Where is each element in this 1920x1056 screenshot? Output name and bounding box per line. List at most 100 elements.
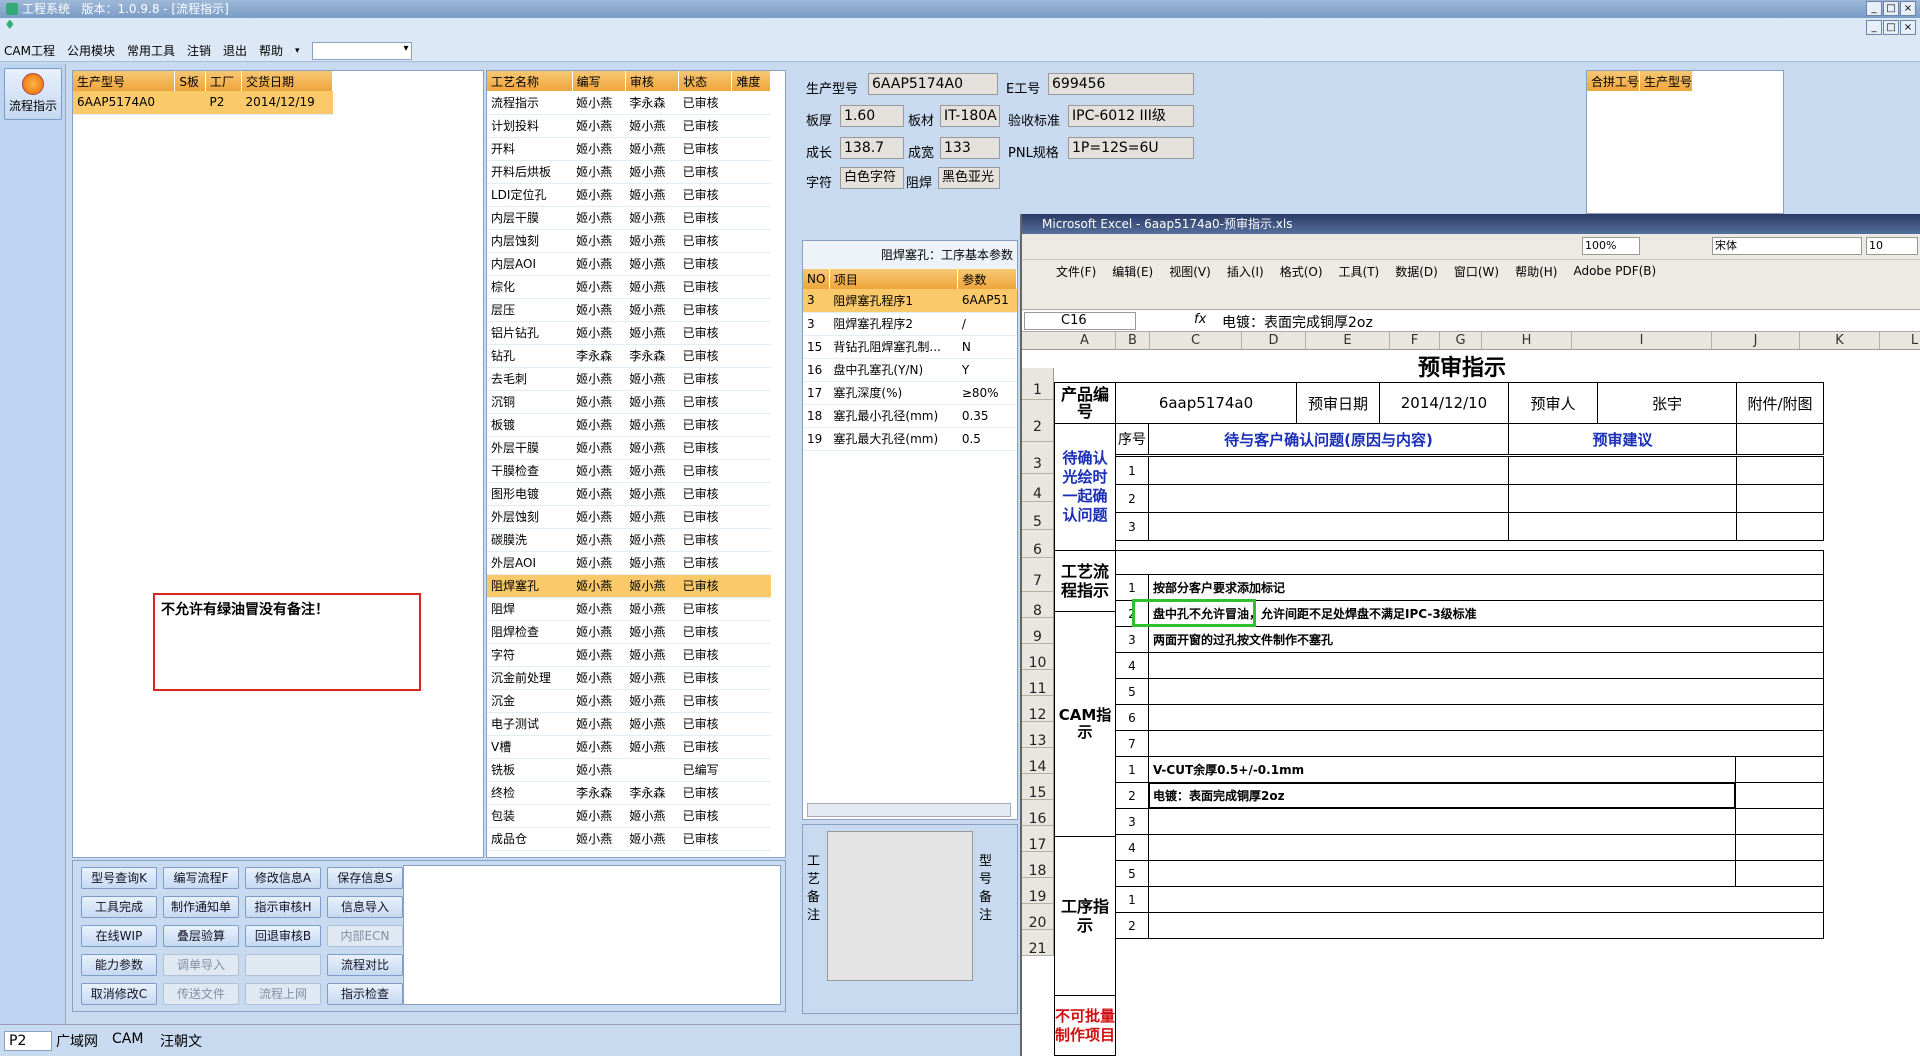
row-header[interactable]: 2: [1022, 400, 1054, 442]
row-header[interactable]: 21: [1022, 930, 1054, 957]
row-header[interactable]: 20: [1022, 904, 1054, 931]
advice-cell[interactable]: [1508, 456, 1737, 485]
action-button[interactable]: 指示审核H: [245, 896, 321, 918]
table-row[interactable]: 沉铜 姬小燕 姬小燕 已审核: [487, 390, 771, 414]
date-value[interactable]: 2014/12/10: [1379, 382, 1509, 424]
order-col-header[interactable]: 交货日期: [241, 71, 333, 91]
table-row[interactable]: 沉金前处理 姬小燕 姬小燕 已审核: [487, 666, 771, 690]
product-value[interactable]: 6aap5174a0: [1115, 382, 1297, 424]
table-row[interactable]: 17 塞孔深度(%) ≥80%: [803, 381, 1017, 405]
menu-exit[interactable]: 退出: [223, 42, 247, 59]
action-button[interactable]: 保存信息S: [327, 867, 403, 889]
table-row[interactable]: 终检 李永森 李永森 已审核: [487, 781, 771, 805]
seq-cell[interactable]: 2: [1115, 484, 1149, 513]
proc-cell[interactable]: [1148, 808, 1736, 835]
table-row[interactable]: LDI定位孔 姬小燕 姬小燕 已审核: [487, 183, 771, 207]
menu-cam[interactable]: CAM工程: [4, 42, 55, 59]
excel-menu-item[interactable]: 工具(T): [1339, 263, 1380, 280]
column-header[interactable]: J: [1712, 332, 1800, 350]
action-button[interactable]: 指示检查: [327, 983, 403, 1005]
process-col-header[interactable]: 审核: [625, 71, 680, 91]
row-header[interactable]: 9: [1022, 618, 1054, 645]
child-close-icon[interactable]: ×: [1900, 20, 1916, 35]
char-field[interactable]: 白色字符: [840, 167, 904, 189]
process-col-header[interactable]: 难度: [731, 71, 771, 91]
table-row[interactable]: 图形电镀 姬小燕 姬小燕 已审核: [487, 482, 771, 506]
font-box[interactable]: 宋体: [1712, 237, 1862, 255]
proc-extra-cell[interactable]: [1735, 808, 1824, 835]
row-header[interactable]: 13: [1022, 722, 1054, 749]
table-row[interactable]: 阻焊塞孔 姬小燕 姬小燕 已审核: [487, 574, 771, 598]
action-button[interactable]: 在线WIP: [81, 925, 157, 947]
name-box[interactable]: C16: [1024, 312, 1136, 330]
table-row[interactable]: 16 盘中孔塞孔(Y/N) Y: [803, 358, 1017, 382]
row-header[interactable]: 15: [1022, 774, 1054, 801]
proc-extra-cell[interactable]: [1735, 834, 1824, 861]
table-row[interactable]: V槽 姬小燕 姬小燕 已审核: [487, 735, 771, 759]
menu-common[interactable]: 公用模块: [67, 42, 115, 59]
row-header[interactable]: 17: [1022, 826, 1054, 853]
seq-cell[interactable]: 5: [1115, 860, 1149, 887]
process-remark-box[interactable]: [827, 831, 973, 981]
column-header[interactable]: I: [1572, 332, 1712, 350]
table-row[interactable]: 18 塞孔最小孔径(mm) 0.35: [803, 404, 1017, 428]
child-minimize-icon[interactable]: _: [1866, 20, 1882, 35]
action-button[interactable]: [245, 954, 321, 976]
proc-extra-cell[interactable]: [1735, 756, 1824, 783]
reviewer-value[interactable]: 张宇: [1597, 382, 1737, 424]
table-row[interactable]: 外层蚀刻 姬小燕 姬小燕 已审核: [487, 505, 771, 529]
action-button[interactable]: 叠层验算: [163, 925, 239, 947]
seq-cell[interactable]: 3: [1115, 512, 1149, 541]
excel-menu-item[interactable]: 帮助(H): [1515, 263, 1557, 280]
table-row[interactable]: 铝片钻孔 姬小燕 姬小燕 已审核: [487, 321, 771, 345]
table-row[interactable]: 字符 姬小燕 姬小燕 已审核: [487, 643, 771, 667]
formula-input[interactable]: 电镀：表面完成铜厚2oz: [1222, 312, 1373, 332]
row-header[interactable]: 6: [1022, 530, 1054, 558]
table-row[interactable]: 包装 姬小燕 姬小燕 已审核: [487, 804, 771, 828]
row-header[interactable]: 4: [1022, 474, 1054, 502]
param-col-header[interactable]: 项目: [829, 269, 959, 289]
std-field[interactable]: IPC-6012 III级: [1068, 105, 1194, 127]
proc-extra-cell[interactable]: [1735, 860, 1824, 887]
cam-cell[interactable]: [1148, 730, 1824, 757]
column-header[interactable]: K: [1800, 332, 1880, 350]
action-button[interactable]: 编写流程F: [163, 867, 239, 889]
process-col-header[interactable]: 编写: [572, 71, 626, 91]
table-row[interactable]: 计划投料 姬小燕 姬小燕 已审核: [487, 114, 771, 138]
column-header[interactable]: B: [1116, 332, 1150, 350]
column-header[interactable]: G: [1440, 332, 1482, 350]
column-header[interactable]: L: [1880, 332, 1920, 350]
forbid-cell[interactable]: [1148, 886, 1824, 913]
seq-cell[interactable]: 3: [1115, 626, 1149, 653]
attach-cell[interactable]: [1736, 423, 1824, 455]
issue-cell[interactable]: [1148, 512, 1509, 541]
table-row[interactable]: 去毛刺 姬小燕 姬小燕 已审核: [487, 367, 771, 391]
minimize-icon[interactable]: _: [1866, 1, 1882, 16]
table-row[interactable]: 干膜检查 姬小燕 姬小燕 已审核: [487, 459, 771, 483]
action-button[interactable]: 内部ECN: [327, 925, 403, 947]
order-col-header[interactable]: 生产型号: [73, 71, 176, 91]
row-header[interactable]: 18: [1022, 852, 1054, 879]
advice-cell[interactable]: [1508, 512, 1737, 541]
table-row[interactable]: 15 背钻孔阻焊塞孔制... N: [803, 335, 1017, 359]
seq-cell[interactable]: 7: [1115, 730, 1149, 757]
excel-menu-item[interactable]: Adobe PDF(B): [1573, 264, 1656, 278]
row-header[interactable]: 5: [1022, 502, 1054, 530]
table-row[interactable]: 内层蚀刻 姬小燕 姬小燕 已审核: [487, 229, 771, 253]
table-row[interactable]: 流程指示 姬小燕 李永森 已审核: [487, 91, 771, 115]
table-row[interactable]: 沉金 姬小燕 姬小燕 已审核: [487, 689, 771, 713]
mask-field[interactable]: 黑色亚光: [938, 167, 1000, 189]
row-header[interactable]: 3: [1022, 442, 1054, 474]
proc-extra-cell[interactable]: [1735, 782, 1824, 809]
excel-menu-item[interactable]: 编辑(E): [1112, 263, 1153, 280]
child-maximize-icon[interactable]: □: [1883, 20, 1899, 35]
attach-cell[interactable]: [1736, 484, 1824, 513]
order-col-header[interactable]: 工厂: [205, 71, 243, 91]
cam-cell[interactable]: 按部分客户要求添加标记: [1148, 574, 1824, 601]
excel-menu-item[interactable]: 视图(V): [1169, 263, 1211, 280]
cam-cell[interactable]: [1148, 652, 1824, 679]
issue-cell[interactable]: [1148, 484, 1509, 513]
thick-field[interactable]: 1.60: [840, 105, 904, 127]
order-col-header[interactable]: S板: [174, 71, 206, 91]
menu-logout[interactable]: 注销: [187, 42, 211, 59]
